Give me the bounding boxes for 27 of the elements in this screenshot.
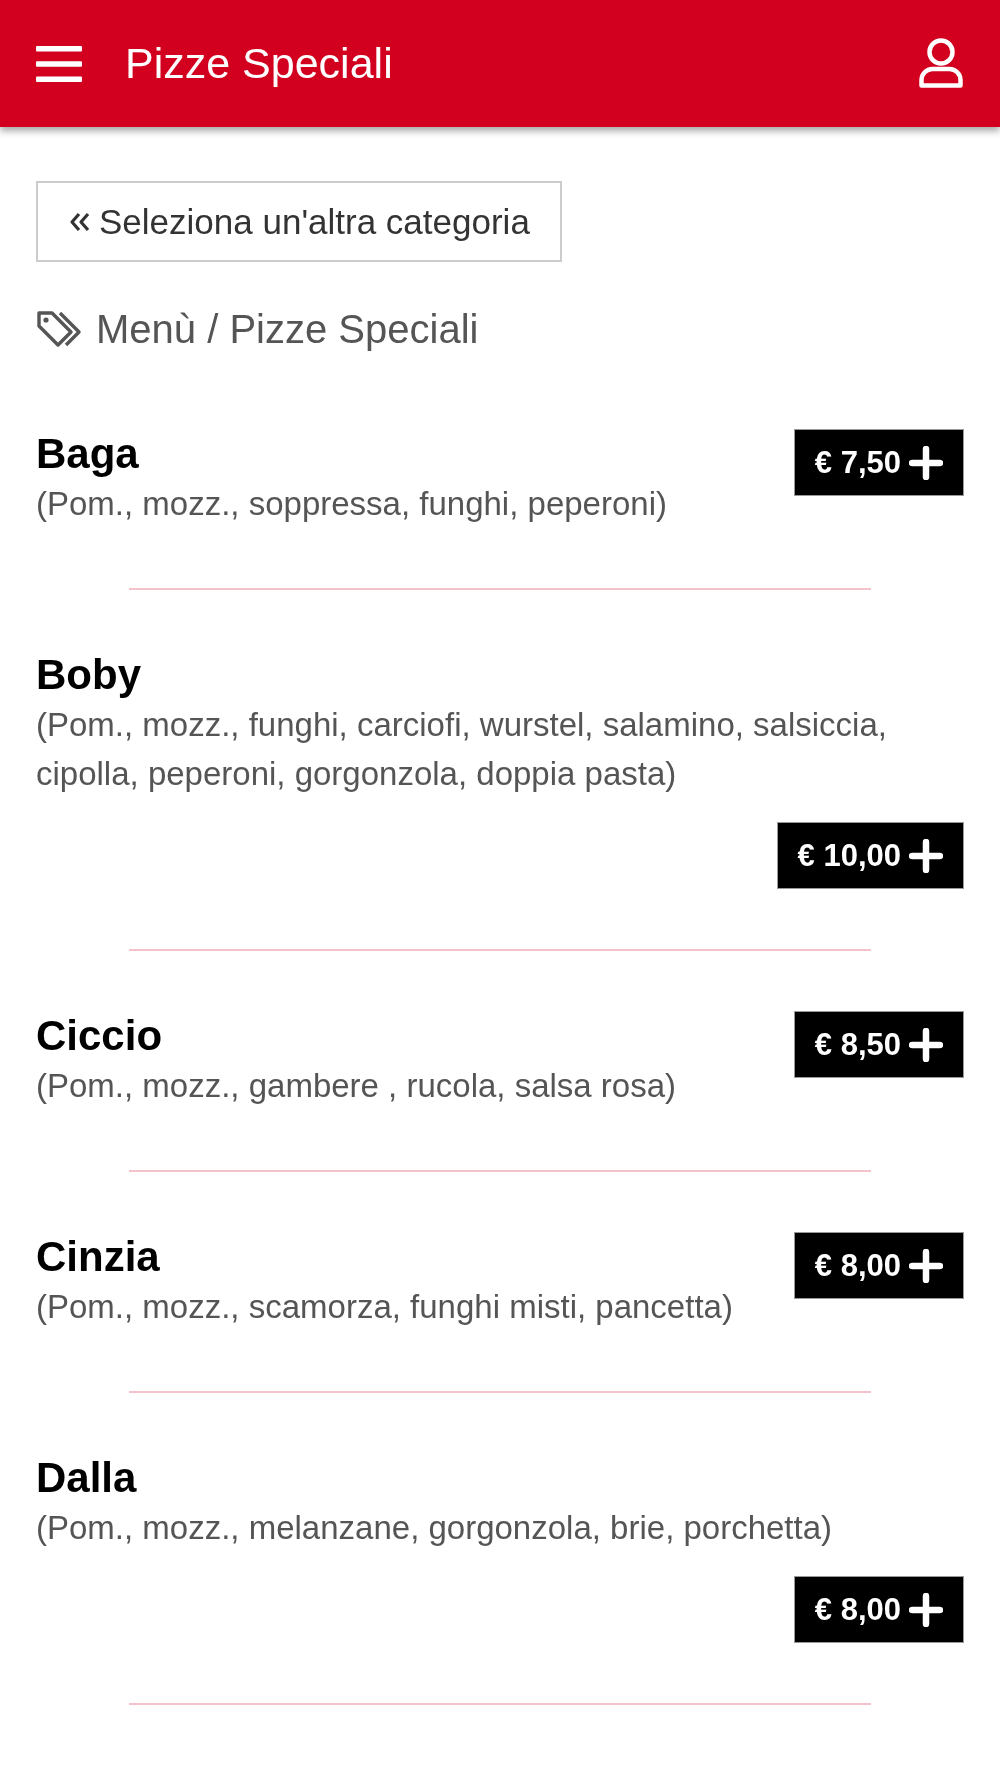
plus-icon: [909, 445, 943, 480]
pizza-ingredients: (Pom., mozz., gambere , rucola, salsa rosa): [36, 1066, 677, 1106]
plus-icon: [909, 1592, 943, 1627]
page-title: Pizze Speciali: [125, 37, 393, 89]
double-chevron-left-icon: [69, 211, 91, 232]
pizza-ingredients: (Pom., mozz., funghi, carciofi, wurstel, salamino, salsiccia, cipolla, peperoni, gorgonzola, doppia pasta): [36, 705, 888, 794]
plus-icon: [909, 838, 943, 873]
add-price-button[interactable]: € 8,00: [793, 1232, 964, 1299]
pizza-ingredients: (Pom., mozz., melanzane, gorgonzola, brie, porchetta): [36, 1508, 833, 1548]
add-price-button[interactable]: € 10,00: [776, 822, 964, 889]
pizza-name: Boby: [36, 650, 142, 700]
plus-icon: [909, 1248, 943, 1283]
add-price-button[interactable]: € 8,00: [793, 1576, 964, 1643]
plus-icon: [909, 1027, 943, 1062]
menu-icon[interactable]: [36, 43, 82, 84]
add-price-button[interactable]: € 8,50: [793, 1011, 964, 1078]
tags-icon: [36, 309, 84, 349]
pizza-name: Cinzia: [36, 1232, 161, 1282]
user-icon[interactable]: [917, 37, 965, 90]
pizza-name: Dalla: [36, 1453, 138, 1503]
pizza-ingredients: (Pom., mozz., scamorza, funghi misti, pancetta): [36, 1287, 733, 1327]
back-to-categories-button[interactable]: Seleziona un'altra categoria: [36, 181, 562, 262]
pizza-name: Ciccio: [36, 1011, 164, 1061]
pizza-name: Baga: [36, 429, 140, 479]
add-price-button[interactable]: € 7,50: [793, 429, 964, 496]
breadcrumb-text: Menù / Pizze Speciali: [96, 306, 479, 353]
pizza-ingredients: (Pom., mozz., soppressa, funghi, peperoni): [36, 484, 667, 524]
